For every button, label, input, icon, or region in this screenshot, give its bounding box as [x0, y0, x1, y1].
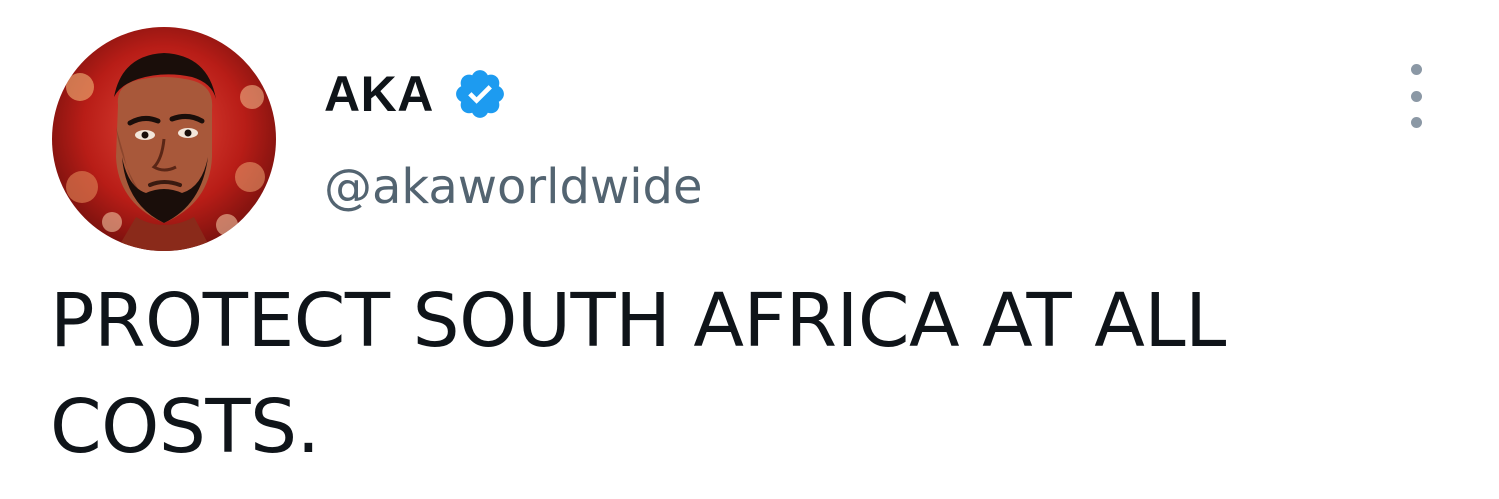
vertical-ellipsis-icon: [1410, 117, 1422, 128]
author-avatar[interactable]: [52, 27, 276, 251]
author-name-row: AKA: [324, 58, 508, 130]
author-display-name[interactable]: AKA: [324, 64, 434, 124]
vertical-ellipsis-icon: [1410, 64, 1422, 75]
tweet-text: PROTECT SOUTH AFRICA AT ALL COSTS.: [50, 278, 1226, 470]
profile-illustration-icon: [52, 27, 276, 251]
more-options-button[interactable]: [1396, 64, 1436, 128]
tweet-card: AKA @akaworldwide PROTECT SOUTH AFRICA A…: [0, 0, 1499, 499]
verified-badge-icon: [455, 70, 504, 118]
vertical-ellipsis-icon: [1410, 90, 1422, 102]
author-handle[interactable]: @akaworldwide: [324, 155, 703, 219]
